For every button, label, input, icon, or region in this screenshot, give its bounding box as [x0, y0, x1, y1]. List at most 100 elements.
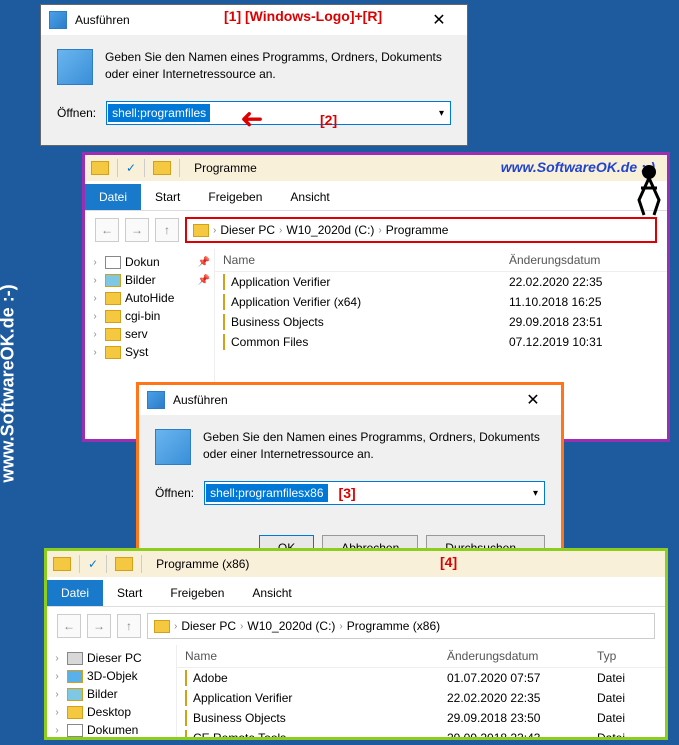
file-row[interactable]: Adobe01.07.2020 07:57Datei: [177, 668, 665, 688]
nav-tree: ›Dieser PC›3D-Objek›Bilder›Desktop›Dokum…: [47, 645, 177, 739]
open-combobox[interactable]: shell:programfiles ▾: [106, 101, 451, 125]
expand-icon[interactable]: ›: [51, 671, 63, 682]
breadcrumb-item[interactable]: W10_2020d (C:): [247, 619, 335, 633]
nav-up-button[interactable]: ↑: [117, 614, 141, 638]
tab-freigeben[interactable]: Freigeben: [156, 580, 238, 606]
open-value: shell:programfiles: [108, 104, 210, 122]
file-date: 29.09.2018 23:43: [447, 731, 597, 739]
tree-label: Bilder: [125, 273, 156, 287]
expand-icon[interactable]: ›: [89, 275, 101, 286]
address-bar[interactable]: › Dieser PC › W10_2020d (C:) › Programme…: [147, 613, 655, 639]
folder-icon: [105, 310, 121, 323]
expand-icon[interactable]: ›: [89, 347, 101, 358]
file-type: Datei: [597, 671, 657, 685]
run-big-icon: [57, 49, 93, 85]
expand-icon[interactable]: ›: [89, 293, 101, 304]
file-name: Common Files: [231, 335, 308, 349]
decorative-figure: [629, 160, 669, 220]
column-name[interactable]: Name: [185, 649, 447, 663]
tree-item[interactable]: ›Desktop: [51, 703, 172, 721]
folder-icon[interactable]: [91, 161, 109, 175]
expand-icon[interactable]: ›: [51, 689, 63, 700]
expand-icon[interactable]: ›: [51, 725, 63, 736]
open-combobox[interactable]: shell:programfilesx86 [3] ▾: [204, 481, 545, 505]
tab-start[interactable]: Start: [103, 580, 156, 606]
folder-icon[interactable]: [53, 557, 71, 571]
file-date: 22.02.2020 22:35: [509, 275, 659, 289]
file-row[interactable]: Application Verifier 22.02.2020 22:35: [215, 272, 667, 292]
tree-item[interactable]: ›Syst: [89, 343, 210, 361]
quick-access-toolbar: ✓ Programme (x86): [47, 551, 665, 577]
expand-icon[interactable]: ›: [89, 329, 101, 340]
column-date[interactable]: Änderungsdatum: [447, 649, 597, 663]
tree-item[interactable]: ›3D-Objek: [51, 667, 172, 685]
folder-icon: [105, 328, 121, 341]
pin-icon: 📌: [198, 257, 210, 268]
tab-freigeben[interactable]: Freigeben: [194, 184, 276, 210]
file-row[interactable]: CE Remote Tools29.09.2018 23:43Datei: [177, 728, 665, 739]
file-row[interactable]: Application Verifier (x64)11.10.2018 16:…: [215, 292, 667, 312]
file-name: Adobe: [193, 671, 228, 685]
img-icon: [67, 688, 83, 701]
nav-up-button[interactable]: ↑: [155, 218, 179, 242]
breadcrumb-item[interactable]: Dieser PC: [181, 619, 236, 633]
folder-icon: [185, 710, 187, 726]
expand-icon[interactable]: ›: [51, 707, 63, 718]
file-name: Application Verifier: [193, 691, 292, 705]
folder-icon: [223, 274, 225, 290]
address-bar[interactable]: › Dieser PC › W10_2020d (C:) › Programme: [185, 217, 657, 243]
expand-icon[interactable]: ›: [89, 257, 101, 268]
file-row[interactable]: Application Verifier22.02.2020 22:35Date…: [177, 688, 665, 708]
checkmark-icon[interactable]: ✓: [88, 557, 98, 571]
window-title: Programme (x86): [156, 557, 249, 571]
tab-datei[interactable]: Datei: [47, 580, 103, 606]
tree-item[interactable]: ›Dokun📌: [89, 253, 210, 271]
file-row[interactable]: Common Files07.12.2019 10:31: [215, 332, 667, 352]
breadcrumb-item[interactable]: W10_2020d (C:): [286, 223, 374, 237]
tab-start[interactable]: Start: [141, 184, 194, 210]
tree-item[interactable]: ›Dokumen: [51, 721, 172, 739]
column-name[interactable]: Name: [223, 253, 509, 267]
nav-forward-button[interactable]: →: [87, 614, 111, 638]
folder-icon: [115, 557, 133, 571]
nav-back-button[interactable]: ←: [95, 218, 119, 242]
file-name: Application Verifier: [231, 275, 330, 289]
expand-icon[interactable]: ›: [89, 311, 101, 322]
file-date: 29.09.2018 23:51: [509, 315, 659, 329]
nav-back-button[interactable]: ←: [57, 614, 81, 638]
tree-item[interactable]: ›Bilder: [51, 685, 172, 703]
tree-item[interactable]: ›Dieser PC: [51, 649, 172, 667]
tab-ansicht[interactable]: Ansicht: [238, 580, 305, 606]
titlebar: Ausführen ✕: [139, 385, 561, 415]
chevron-down-icon[interactable]: ▾: [439, 108, 444, 119]
open-label: Öffnen:: [57, 106, 96, 120]
pc-icon: [67, 652, 83, 665]
tree-item[interactable]: › serv: [89, 325, 210, 343]
breadcrumb-item[interactable]: Programme (x86): [347, 619, 440, 633]
file-row[interactable]: Business Objects29.09.2018 23:51: [215, 312, 667, 332]
tree-item[interactable]: ›Bilder📌: [89, 271, 210, 289]
annotation-2: [2]: [320, 112, 337, 128]
tree-item[interactable]: ›cgi-bin: [89, 307, 210, 325]
folder-icon: [223, 334, 225, 350]
doc-icon: [67, 724, 83, 737]
tab-ansicht[interactable]: Ansicht: [276, 184, 343, 210]
close-icon[interactable]: ✕: [513, 390, 553, 410]
chevron-down-icon[interactable]: ▾: [533, 488, 538, 499]
separator-icon: [179, 159, 180, 177]
folder-icon: [185, 730, 187, 739]
breadcrumb-item[interactable]: Programme: [386, 223, 449, 237]
column-date[interactable]: Änderungsdatum: [509, 253, 659, 267]
tree-item[interactable]: ›AutoHide: [89, 289, 210, 307]
tab-datei[interactable]: Datei: [85, 184, 141, 210]
expand-icon[interactable]: ›: [51, 653, 63, 664]
close-icon[interactable]: ✕: [419, 10, 459, 30]
file-row[interactable]: Business Objects29.09.2018 23:50Datei: [177, 708, 665, 728]
column-type[interactable]: Typ: [597, 649, 657, 663]
checkmark-icon[interactable]: ✓: [126, 161, 136, 175]
run-dialog-2: Ausführen ✕ Geben Sie den Namen eines Pr…: [136, 382, 564, 574]
tree-label: serv: [125, 327, 148, 341]
nav-forward-button[interactable]: →: [125, 218, 149, 242]
file-type: Datei: [597, 711, 657, 725]
breadcrumb-item[interactable]: Dieser PC: [220, 223, 275, 237]
